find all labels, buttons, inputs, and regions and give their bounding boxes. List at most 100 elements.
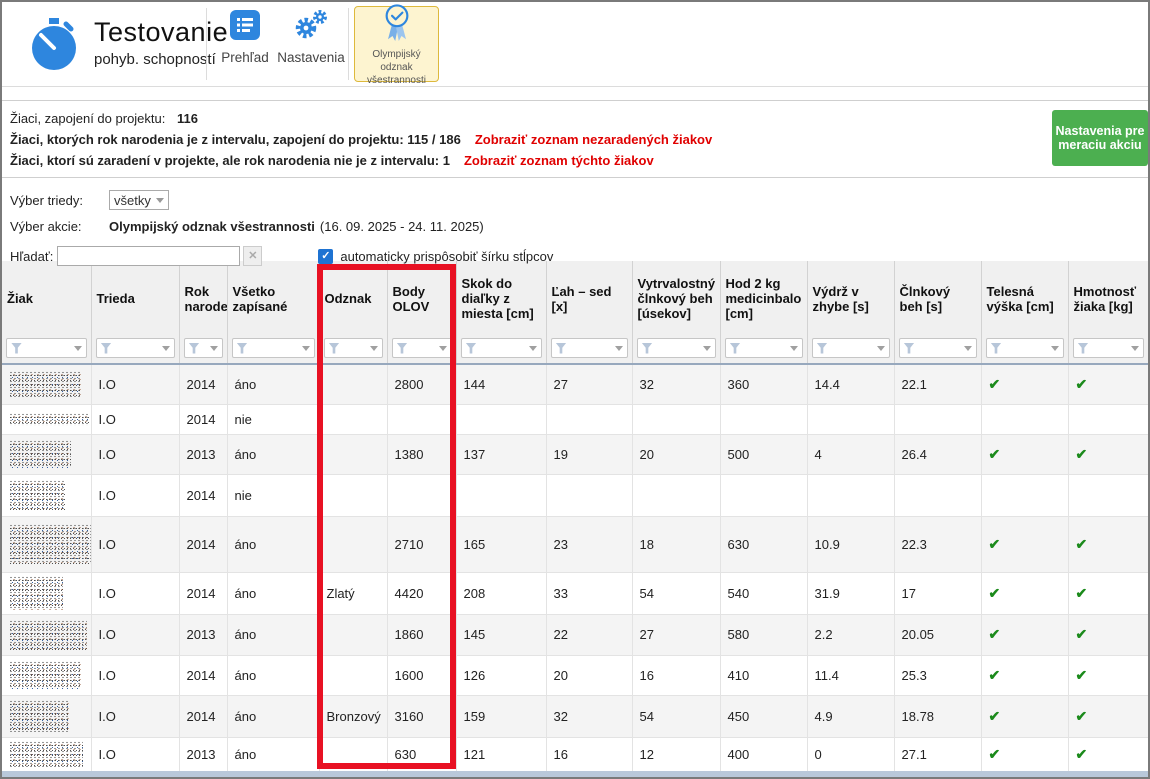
table-cell[interactable]: I.O <box>91 655 179 695</box>
show-unassigned-link[interactable]: Zobraziť zoznam nezaradených žiakov <box>475 132 712 147</box>
table-cell[interactable]: I.O <box>91 474 179 516</box>
table-cell[interactable]: ✔ <box>981 516 1068 572</box>
measurement-settings-button[interactable]: Nastavenia pre meraciu akciu <box>1052 110 1148 166</box>
table-cell[interactable]: I.O <box>91 572 179 614</box>
column-filter[interactable] <box>232 338 315 358</box>
table-cell[interactable]: 630 <box>720 516 807 572</box>
table-cell[interactable]: I.O <box>91 516 179 572</box>
table-cell[interactable]: 16 <box>632 655 720 695</box>
table-cell[interactable]: ✔ <box>1068 655 1148 695</box>
table-cell[interactable]: 2014 <box>179 364 227 404</box>
table-cell[interactable]: 208 <box>456 572 546 614</box>
class-select[interactable]: všetky <box>109 190 169 210</box>
table-cell[interactable]: 540 <box>720 572 807 614</box>
column-filter[interactable] <box>899 338 977 358</box>
table-cell[interactable]: 27 <box>632 614 720 655</box>
clear-search-button[interactable]: ✕ <box>243 246 262 266</box>
table-cell[interactable]: 12 <box>632 737 720 771</box>
column-header[interactable]: Skok do diaľky z miesta [cm] <box>456 261 546 364</box>
table-cell[interactable]: 450 <box>720 695 807 737</box>
table-cell[interactable]: I.O <box>91 404 179 434</box>
table-cell[interactable]: 26.4 <box>894 434 981 474</box>
column-header[interactable]: Trieda <box>91 261 179 364</box>
column-header[interactable]: Rok narode <box>179 261 227 364</box>
table-cell[interactable] <box>981 474 1068 516</box>
table-cell[interactable] <box>456 474 546 516</box>
table-row[interactable]: I.O2014ánoZlatý4420208335454031.917✔✔ <box>2 572 1148 614</box>
table-cell[interactable]: ✔ <box>981 614 1068 655</box>
table-cell[interactable] <box>387 474 456 516</box>
column-header[interactable]: Telesná výška [cm] <box>981 261 1068 364</box>
table-cell[interactable]: 11.4 <box>807 655 894 695</box>
table-cell[interactable]: 2013 <box>179 737 227 771</box>
table-cell[interactable]: nie <box>227 474 319 516</box>
table-cell[interactable] <box>319 655 387 695</box>
student-name-cell[interactable] <box>2 516 91 572</box>
table-cell[interactable]: ✔ <box>981 364 1068 404</box>
student-name-cell[interactable] <box>2 474 91 516</box>
table-cell[interactable]: 22.3 <box>894 516 981 572</box>
column-filter[interactable] <box>1073 338 1144 358</box>
column-filter[interactable] <box>551 338 628 358</box>
table-cell[interactable]: ✔ <box>1068 434 1148 474</box>
table-row[interactable]: I.O2013áno13801371920500426.4✔✔ <box>2 434 1148 474</box>
table-cell[interactable]: ✔ <box>1068 737 1148 771</box>
table-cell[interactable]: ✔ <box>981 655 1068 695</box>
table-cell[interactable]: 54 <box>632 695 720 737</box>
table-cell[interactable]: 2014 <box>179 695 227 737</box>
table-cell[interactable]: 4420 <box>387 572 456 614</box>
table-cell[interactable]: 4.9 <box>807 695 894 737</box>
column-filter[interactable] <box>392 338 452 358</box>
column-header[interactable]: Body OLOV <box>387 261 456 364</box>
table-cell[interactable]: ✔ <box>1068 364 1148 404</box>
table-cell[interactable]: 20 <box>632 434 720 474</box>
table-cell[interactable]: 17 <box>894 572 981 614</box>
table-cell[interactable]: ✔ <box>981 572 1068 614</box>
table-cell[interactable]: áno <box>227 614 319 655</box>
table-cell[interactable]: 4 <box>807 434 894 474</box>
table-cell[interactable]: ✔ <box>1068 695 1148 737</box>
table-cell[interactable] <box>807 474 894 516</box>
column-header[interactable]: Vytrvalostný člnkový beh [úsekov] <box>632 261 720 364</box>
table-cell[interactable] <box>456 404 546 434</box>
table-cell[interactable]: Bronzový <box>319 695 387 737</box>
table-cell[interactable]: áno <box>227 364 319 404</box>
table-cell[interactable]: 3160 <box>387 695 456 737</box>
table-cell[interactable]: 144 <box>456 364 546 404</box>
table-cell[interactable]: ✔ <box>1068 516 1148 572</box>
table-cell[interactable]: 20 <box>546 655 632 695</box>
table-cell[interactable] <box>1068 404 1148 434</box>
table-row[interactable]: I.O2014áno2710165231863010.922.3✔✔ <box>2 516 1148 572</box>
table-cell[interactable]: 10.9 <box>807 516 894 572</box>
table-cell[interactable] <box>319 737 387 771</box>
table-cell[interactable]: ✔ <box>981 434 1068 474</box>
table-cell[interactable]: 18 <box>632 516 720 572</box>
table-cell[interactable]: áno <box>227 655 319 695</box>
table-cell[interactable]: 16 <box>546 737 632 771</box>
table-cell[interactable] <box>546 474 632 516</box>
table-cell[interactable]: 2800 <box>387 364 456 404</box>
table-cell[interactable]: áno <box>227 516 319 572</box>
table-cell[interactable]: 2014 <box>179 572 227 614</box>
table-cell[interactable]: I.O <box>91 364 179 404</box>
student-name-cell[interactable] <box>2 614 91 655</box>
table-cell[interactable]: ✔ <box>981 695 1068 737</box>
table-cell[interactable]: 33 <box>546 572 632 614</box>
table-cell[interactable]: 159 <box>456 695 546 737</box>
table-cell[interactable]: I.O <box>91 737 179 771</box>
table-cell[interactable]: nie <box>227 404 319 434</box>
table-row[interactable]: I.O2013áno186014522275802.220.05✔✔ <box>2 614 1148 655</box>
nav-prehlad-button[interactable]: Prehľad <box>213 10 277 65</box>
table-cell[interactable]: 0 <box>807 737 894 771</box>
table-cell[interactable]: 25.3 <box>894 655 981 695</box>
table-cell[interactable]: 1380 <box>387 434 456 474</box>
column-header[interactable]: Ľah – sed [x] <box>546 261 632 364</box>
column-filter[interactable] <box>812 338 890 358</box>
table-cell[interactable]: 32 <box>632 364 720 404</box>
table-cell[interactable]: 410 <box>720 655 807 695</box>
column-header[interactable]: Žiak <box>2 261 91 364</box>
table-cell[interactable]: I.O <box>91 695 179 737</box>
column-header[interactable]: Všetko zapísané <box>227 261 319 364</box>
table-cell[interactable] <box>807 404 894 434</box>
table-cell[interactable]: áno <box>227 695 319 737</box>
